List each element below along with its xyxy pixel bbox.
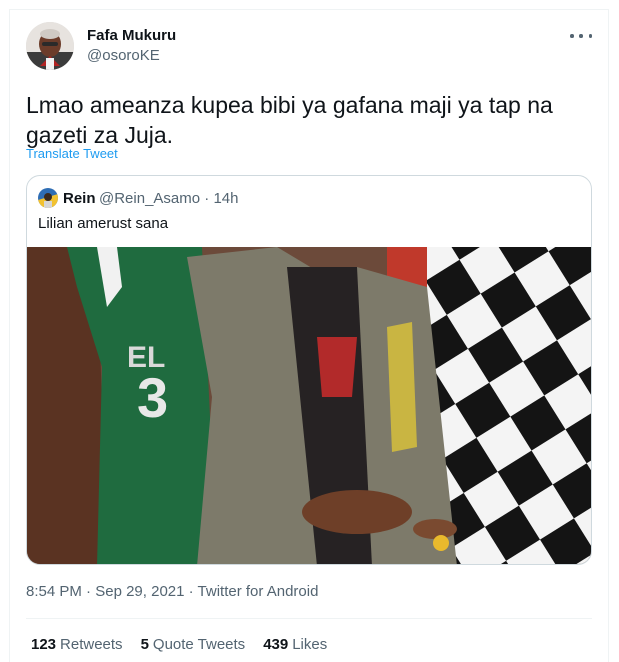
quoted-author-avatar bbox=[38, 188, 58, 208]
more-horizontal-icon bbox=[579, 34, 583, 38]
engagement-stats: 123 Retweets 5 Quote Tweets 439 Likes bbox=[31, 636, 327, 653]
tweet-meta: 8:54 PM · Sep 29, 2021 · Twitter for And… bbox=[26, 583, 318, 600]
likes-count: 439 bbox=[263, 636, 289, 653]
quoted-tweet-photo[interactable]: 3 EL bbox=[27, 247, 591, 564]
photo-illustration: 3 EL bbox=[27, 247, 591, 564]
svg-text:EL: EL bbox=[127, 341, 165, 374]
author-avatar[interactable] bbox=[26, 22, 74, 70]
meta-separator: · bbox=[188, 583, 194, 600]
quoted-author-name: Rein bbox=[63, 190, 96, 207]
more-options-button[interactable] bbox=[570, 28, 592, 44]
translate-tweet-link[interactable]: Translate Tweet bbox=[26, 146, 118, 161]
more-horizontal-icon bbox=[570, 34, 574, 38]
quoted-author-handle: @Rein_Asamo bbox=[99, 190, 201, 207]
tweet-source[interactable]: Twitter for Android bbox=[198, 583, 319, 600]
retweets-count: 123 bbox=[31, 636, 57, 653]
retweets-stat[interactable]: 123 Retweets bbox=[31, 636, 123, 653]
more-horizontal-icon bbox=[588, 34, 592, 38]
quoted-tweet-text: Lilian amerust sana bbox=[38, 215, 169, 232]
quoted-tweet[interactable]: Rein @Rein_Asamo · 14h Lilian amerust sa… bbox=[26, 175, 592, 565]
meta-separator: · bbox=[86, 583, 92, 600]
quote-tweets-stat[interactable]: 5 Quote Tweets bbox=[141, 636, 246, 653]
likes-stat[interactable]: 439 Likes bbox=[263, 636, 327, 653]
author-handle[interactable]: @osoroKE bbox=[87, 47, 160, 64]
retweets-label: Retweets bbox=[60, 636, 123, 653]
divider bbox=[26, 618, 592, 619]
quoted-separator: · bbox=[204, 190, 210, 207]
svg-text:3: 3 bbox=[137, 366, 168, 429]
tweet-text: Lmao ameanza kupea bibi ya gafana maji y… bbox=[26, 92, 553, 148]
author-avatar-image bbox=[26, 22, 74, 70]
tweet-time[interactable]: 8:54 PM bbox=[26, 583, 82, 600]
tweet-date[interactable]: Sep 29, 2021 bbox=[95, 583, 184, 600]
quotes-label: Quote Tweets bbox=[152, 636, 246, 653]
likes-label: Likes bbox=[292, 636, 328, 653]
quoted-meta: @Rein_Asamo · 14h bbox=[99, 190, 238, 207]
quotes-count: 5 bbox=[140, 636, 149, 653]
quoted-time: 14h bbox=[213, 190, 239, 207]
quoted-avatar-image bbox=[38, 188, 58, 208]
author-name[interactable]: Fafa Mukuru bbox=[87, 27, 176, 44]
